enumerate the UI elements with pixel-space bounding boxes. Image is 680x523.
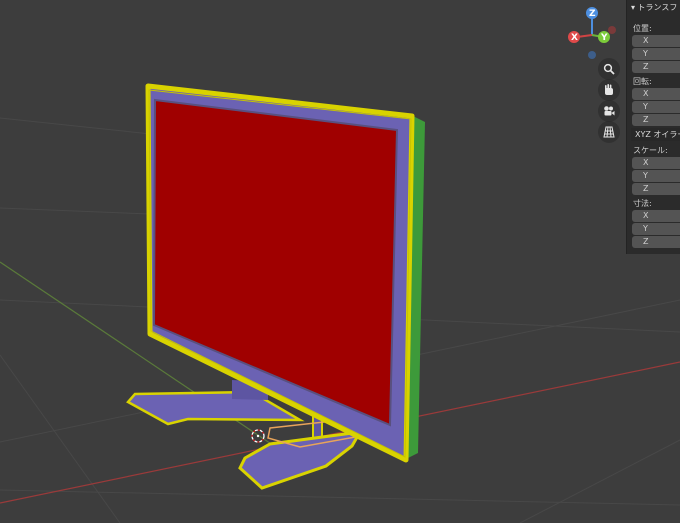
- rotation-label: 回転:: [633, 77, 652, 86]
- rotation-mode-dropdown[interactable]: XYZ オイラー: [631, 128, 680, 141]
- 3d-cursor[interactable]: [251, 429, 265, 443]
- gizmo-x-label: X: [571, 33, 578, 43]
- scale-z-label: Z: [643, 184, 649, 193]
- scale-y-label: Y: [643, 171, 648, 180]
- location-y-field[interactable]: Y: [632, 48, 680, 60]
- rotation-z-field[interactable]: Z: [632, 114, 680, 126]
- dimensions-z-label: Z: [643, 237, 649, 246]
- 3d-viewport[interactable]: Z X Y: [0, 0, 680, 523]
- zoom-icon[interactable]: [598, 58, 620, 80]
- gizmo-z-label: Z: [589, 9, 596, 19]
- scale-x-field[interactable]: X: [632, 157, 680, 169]
- location-z-field[interactable]: Z: [632, 61, 680, 73]
- gizmo-y-label: Y: [600, 33, 608, 43]
- scale-y-field[interactable]: Y: [632, 170, 680, 182]
- rotation-z-label: Z: [643, 115, 649, 124]
- rotation-x-label: X: [643, 89, 649, 98]
- location-label: 位置:: [633, 24, 652, 33]
- dimensions-z-field[interactable]: Z: [632, 236, 680, 248]
- location-z-label: Z: [643, 62, 649, 71]
- panel-title[interactable]: ▾ トランスフ: [631, 2, 677, 14]
- scale-z-field[interactable]: Z: [632, 183, 680, 195]
- scale-x-label: X: [643, 158, 649, 167]
- location-x-label: X: [643, 36, 649, 45]
- dimensions-label: 寸法:: [633, 199, 652, 208]
- dimensions-x-label: X: [643, 211, 649, 220]
- scale-label: スケール:: [633, 146, 668, 155]
- camera-icon[interactable]: [598, 100, 620, 122]
- navigation-gizmo[interactable]: Z X Y: [568, 7, 616, 59]
- rotation-x-field[interactable]: X: [632, 88, 680, 100]
- location-y-label: Y: [643, 49, 648, 58]
- dimensions-x-field[interactable]: X: [632, 210, 680, 222]
- hand-pan-icon[interactable]: [598, 79, 620, 101]
- rotation-y-field[interactable]: Y: [632, 101, 680, 113]
- transform-panel: ▾ トランスフ 位置: X Y Z 回転: X Y Z XYZ オイラー スケー…: [626, 0, 680, 254]
- dimensions-y-field[interactable]: Y: [632, 223, 680, 235]
- grid-view-icon[interactable]: [598, 121, 620, 143]
- dimensions-y-label: Y: [643, 224, 648, 233]
- rotation-y-label: Y: [643, 102, 648, 111]
- location-x-field[interactable]: X: [632, 35, 680, 47]
